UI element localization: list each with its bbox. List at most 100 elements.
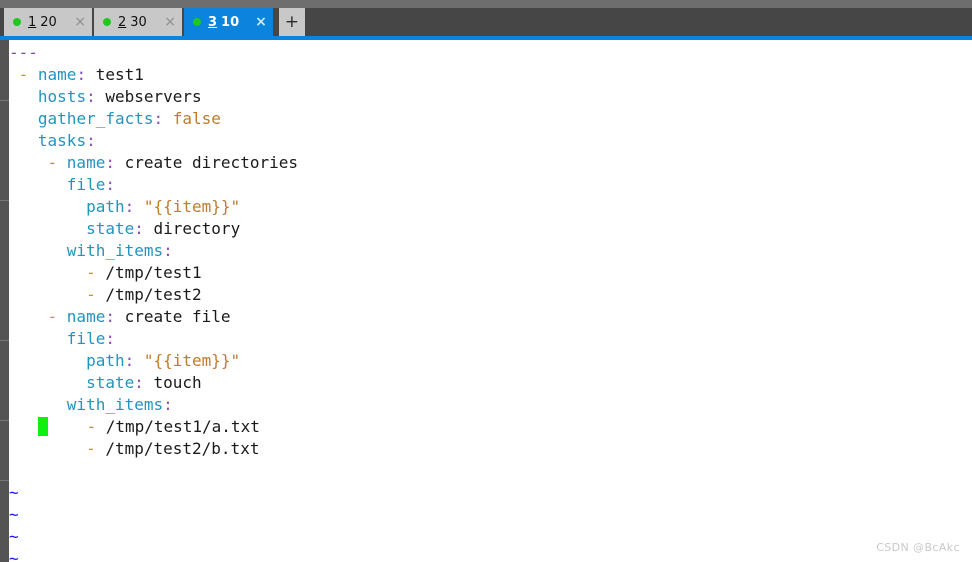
tab-1[interactable]: 1 20 × bbox=[4, 8, 92, 36]
code-token-val: test1 bbox=[95, 65, 144, 84]
code-token-key: name bbox=[37, 65, 77, 84]
code-line: path: "{{item}}" bbox=[9, 350, 298, 372]
editor-text-area[interactable]: --- - name: test1 hosts: webservers gath… bbox=[9, 40, 972, 562]
code-line: tasks: bbox=[9, 130, 298, 152]
code-line: ~ bbox=[9, 548, 298, 562]
code-line: path: "{{item}}" bbox=[9, 196, 298, 218]
code-token-colon: : bbox=[86, 131, 96, 150]
code-token-key: file bbox=[66, 329, 106, 348]
code-line: file: bbox=[9, 174, 298, 196]
code-token-dash: - bbox=[47, 307, 67, 326]
code-token-key: path bbox=[86, 197, 125, 216]
code-token-meta: --- bbox=[9, 43, 38, 62]
code-token-key: with_items bbox=[66, 395, 164, 414]
new-tab-button[interactable]: + bbox=[278, 8, 305, 36]
code-token-key: hosts bbox=[37, 87, 87, 106]
code-line: state: directory bbox=[9, 218, 298, 240]
code-token-dash: - bbox=[86, 417, 106, 436]
code-token-tilde: ~ bbox=[9, 527, 19, 546]
tab-label: 20 bbox=[40, 14, 57, 30]
code-line: - /tmp/test1 bbox=[9, 262, 298, 284]
code-line: - /tmp/test2/b.txt bbox=[9, 438, 298, 460]
code-token-colon: : bbox=[86, 87, 106, 106]
code-line: - /tmp/test2 bbox=[9, 284, 298, 306]
code-token-key: name bbox=[66, 307, 106, 326]
tab-label: 30 bbox=[130, 14, 147, 30]
code-token-str: false bbox=[172, 109, 221, 128]
code-token-dash: - bbox=[86, 263, 106, 282]
code-token-tilde: ~ bbox=[9, 505, 19, 524]
code-token-val: webservers bbox=[105, 87, 202, 106]
code-line: ~ bbox=[9, 482, 298, 504]
code-token-str: "{{item}}" bbox=[143, 351, 241, 370]
code-token-dash: - bbox=[18, 65, 38, 84]
code-token-key: state bbox=[86, 373, 135, 392]
code-token-colon: : bbox=[153, 109, 173, 128]
code-line: ~ bbox=[9, 526, 298, 548]
code-token-colon: : bbox=[105, 307, 125, 326]
code-token-colon: : bbox=[124, 197, 144, 216]
code-token-colon: : bbox=[105, 153, 125, 172]
tab-status-dot-icon bbox=[13, 18, 21, 26]
code-token-colon: : bbox=[134, 373, 154, 392]
code-line: - name: create directories bbox=[9, 152, 298, 174]
code-token-key: path bbox=[86, 351, 125, 370]
code-token-colon: : bbox=[76, 65, 96, 84]
tab-list: 1 20 × 2 30 × 3 10 × + bbox=[4, 8, 305, 36]
code-line: - name: create file bbox=[9, 306, 298, 328]
tab-number: 1 bbox=[28, 14, 37, 30]
code-token-colon: : bbox=[105, 329, 115, 348]
code-token-key: gather_facts bbox=[37, 109, 154, 128]
code-token-colon: : bbox=[163, 395, 173, 414]
code-token-key: file bbox=[66, 175, 106, 194]
tab-number: 3 bbox=[208, 14, 218, 30]
code-token-colon: : bbox=[134, 219, 154, 238]
tab-bar: 1 20 × 2 30 × 3 10 × + bbox=[0, 0, 972, 36]
code-token-colon: : bbox=[163, 241, 173, 260]
code-token-tilde: ~ bbox=[9, 483, 19, 502]
code-line: gather_facts: false bbox=[9, 108, 298, 130]
code-token-val: create file bbox=[124, 307, 231, 326]
vim-editor-window: 1 20 × 2 30 × 3 10 × + --- - name: test1 hosts: w… bbox=[0, 0, 972, 562]
code-token-key: state bbox=[86, 219, 135, 238]
tab-status-dot-icon bbox=[193, 18, 201, 26]
code-line: state: touch bbox=[9, 372, 298, 394]
tab-3[interactable]: 3 10 × bbox=[184, 8, 273, 36]
code-token-val: touch bbox=[153, 373, 202, 392]
code-lines: --- - name: test1 hosts: webservers gath… bbox=[9, 42, 298, 562]
code-line: with_items: bbox=[9, 240, 298, 262]
code-token-key: name bbox=[66, 153, 106, 172]
code-line: hosts: webservers bbox=[9, 86, 298, 108]
watermark: CSDN @BcAkc bbox=[876, 541, 960, 554]
code-token-tilde: ~ bbox=[9, 549, 19, 562]
text-cursor bbox=[37, 417, 48, 436]
code-token-val: /tmp/test1 bbox=[105, 263, 202, 282]
code-token-dash: - bbox=[86, 285, 106, 304]
code-token-val: create directories bbox=[124, 153, 298, 172]
code-token-val: directory bbox=[153, 219, 241, 238]
code-token-val: /tmp/test2/b.txt bbox=[105, 439, 260, 458]
tab-number: 2 bbox=[118, 14, 127, 30]
tab-bar-top-strip bbox=[0, 0, 972, 8]
left-scrollbar-gutter[interactable] bbox=[0, 40, 9, 562]
code-token-colon: : bbox=[124, 351, 144, 370]
tab-status-dot-icon bbox=[103, 18, 111, 26]
tab-close-icon[interactable]: × bbox=[158, 15, 176, 29]
code-line: - name: test1 bbox=[9, 64, 298, 86]
code-line: --- bbox=[9, 42, 298, 64]
code-line: ~ bbox=[9, 504, 298, 526]
code-token-colon: : bbox=[105, 175, 115, 194]
code-line: file: bbox=[9, 328, 298, 350]
code-token-val: /tmp/test1/a.txt bbox=[105, 417, 260, 436]
code-token-key: tasks bbox=[37, 131, 87, 150]
code-token-str: "{{item}}" bbox=[143, 197, 241, 216]
tab-close-icon[interactable]: × bbox=[68, 15, 86, 29]
tab-2[interactable]: 2 30 × bbox=[94, 8, 182, 36]
code-token-dash: - bbox=[86, 439, 106, 458]
code-token-val: /tmp/test2 bbox=[105, 285, 202, 304]
code-token-key: with_items bbox=[66, 241, 164, 260]
tab-close-icon[interactable]: × bbox=[249, 15, 267, 29]
code-token-dash: - bbox=[47, 153, 67, 172]
code-line: with_items: bbox=[9, 394, 298, 416]
